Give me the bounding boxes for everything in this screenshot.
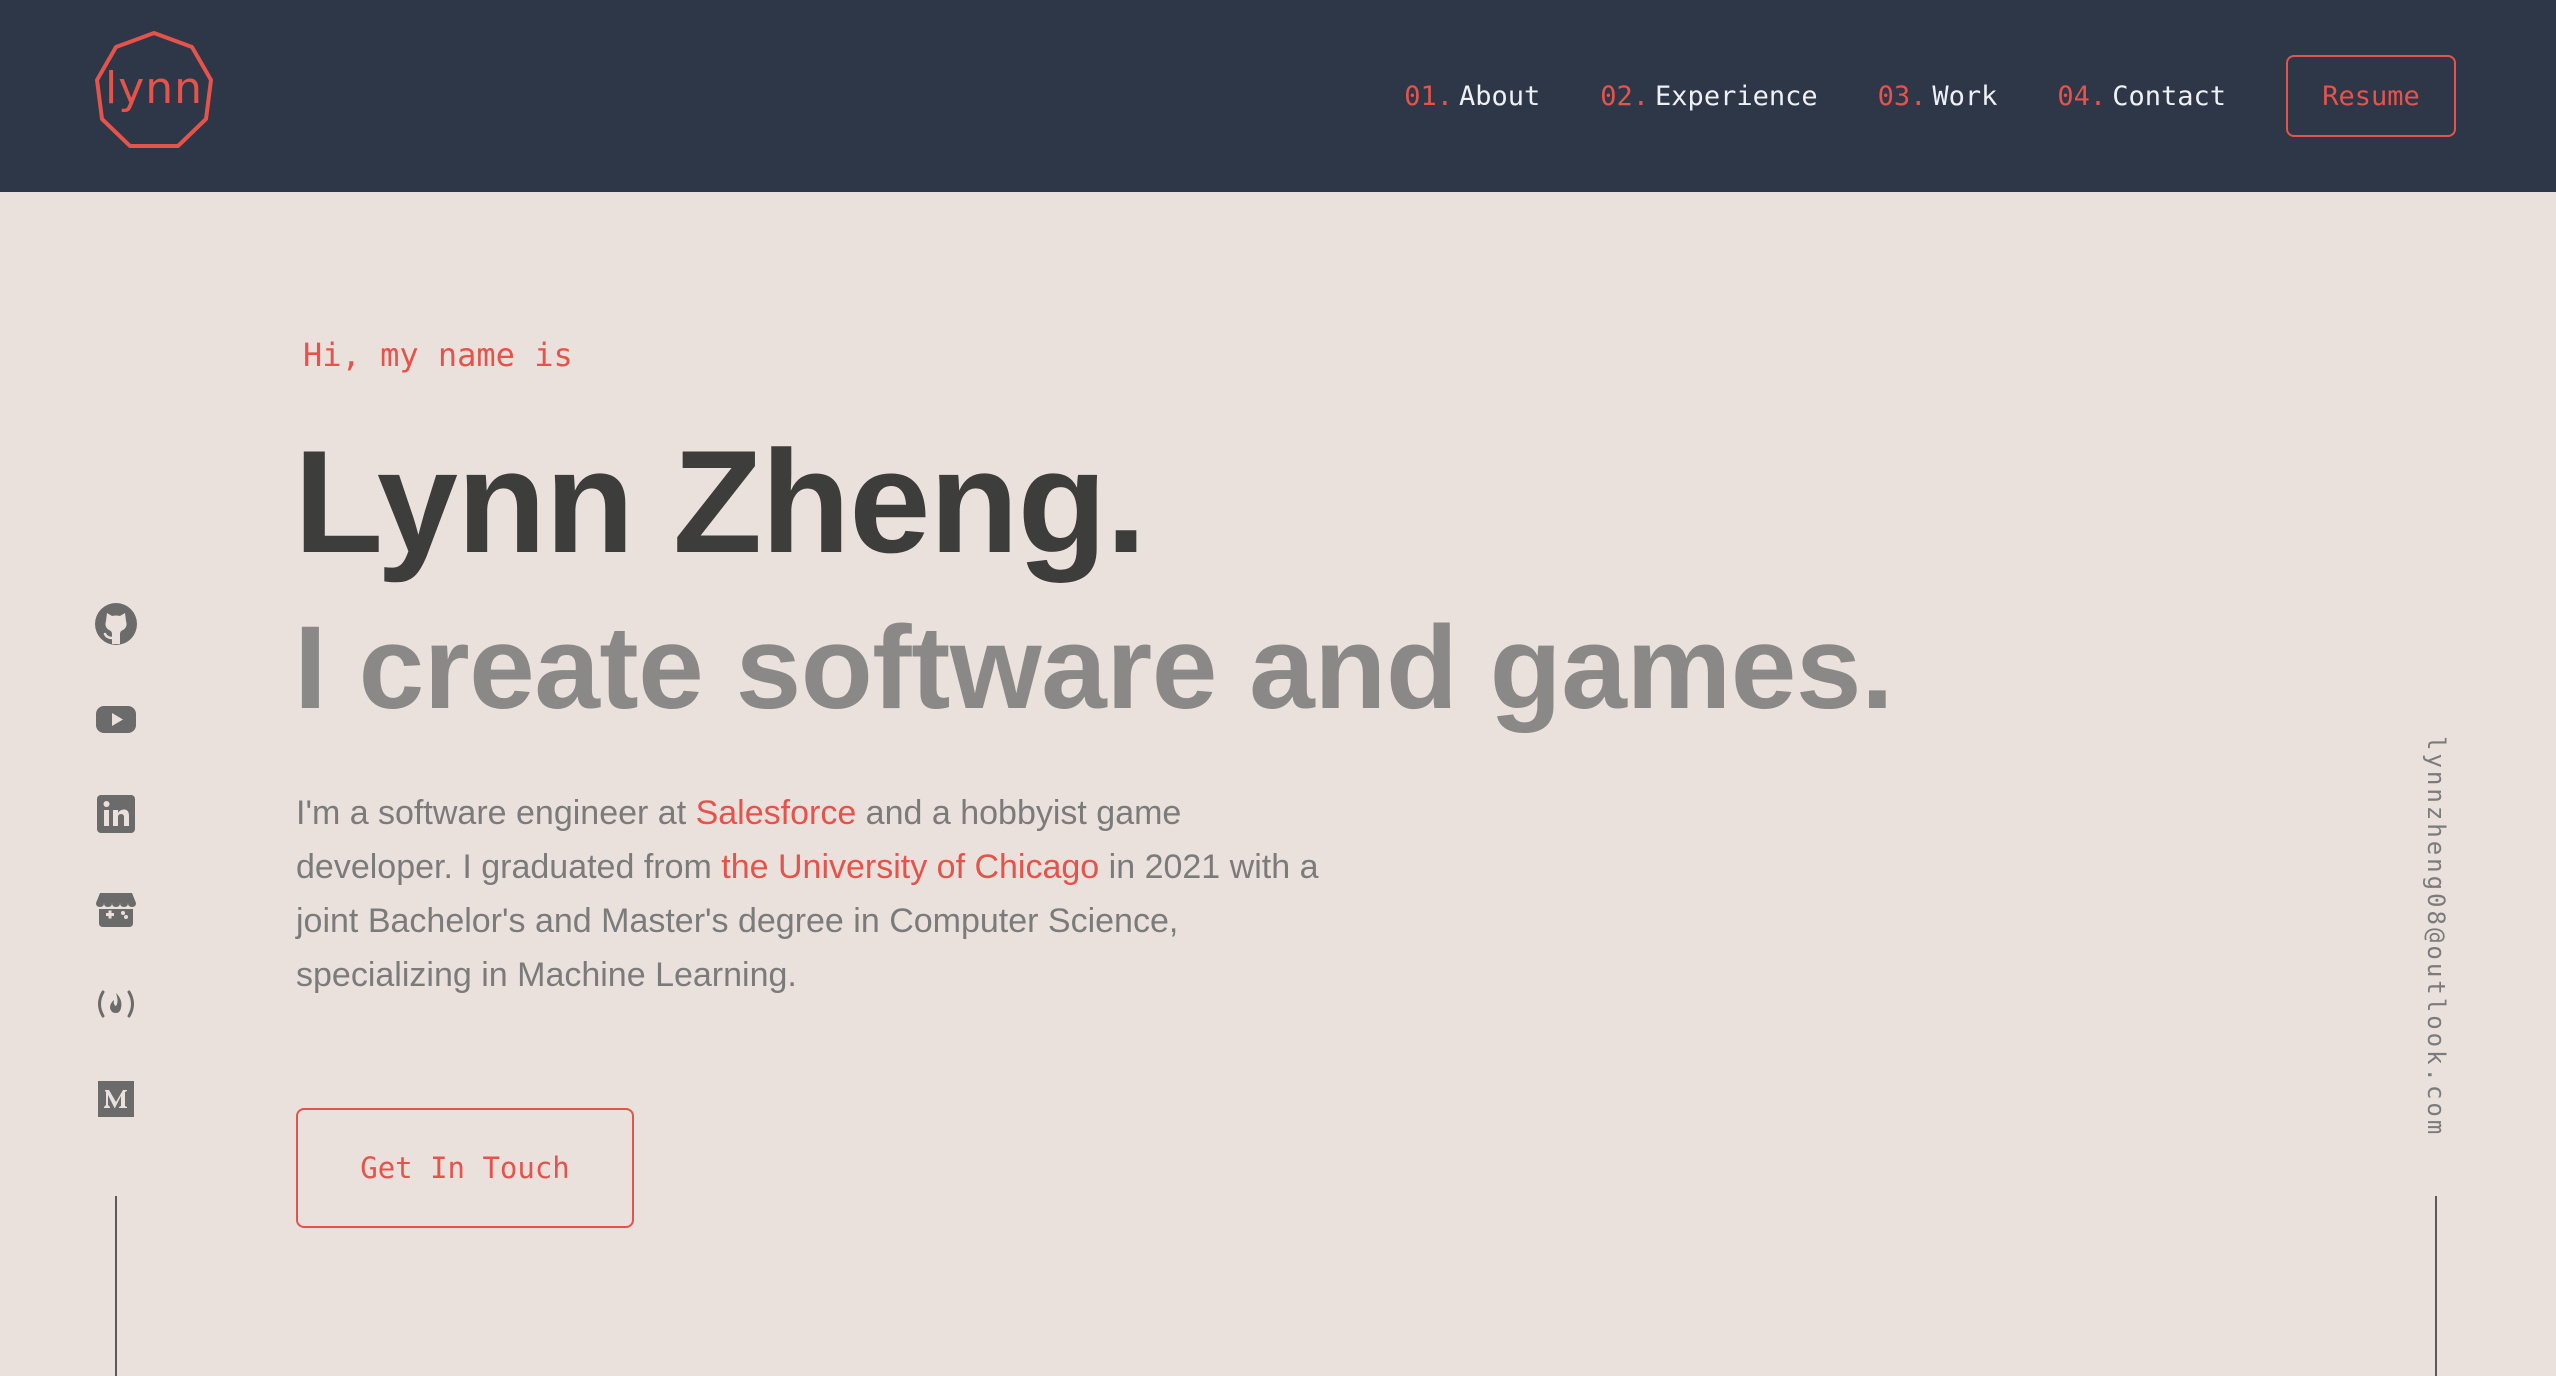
medium-link[interactable] xyxy=(92,1075,140,1123)
nav-link-contact[interactable]: 04. Contact xyxy=(2057,81,2226,112)
left-side-line xyxy=(115,1196,117,1376)
github-icon xyxy=(95,603,137,645)
hero-name: Lynn Zheng. xyxy=(294,420,1146,583)
salesforce-link[interactable]: Salesforce xyxy=(696,794,857,832)
email-link[interactable]: lynnzheng08@outlook.com xyxy=(2422,736,2450,1137)
nav-link-about[interactable]: 01. About xyxy=(1404,81,1540,112)
hero-tagline: I create software and games. xyxy=(294,602,1894,734)
nav-link-work[interactable]: 03. Work xyxy=(1878,81,1998,112)
logo-text: lynn xyxy=(104,63,204,114)
github-link[interactable] xyxy=(92,600,140,648)
hero-bio: I'm a software engineer at Salesforce an… xyxy=(296,794,1319,994)
site-header: lynn 01. About 02. Experience 03. Work 04. C… xyxy=(0,0,2556,192)
side-email: lynnzheng08@outlook.com xyxy=(2404,736,2468,1137)
itchio-icon xyxy=(96,893,136,927)
linkedin-link[interactable] xyxy=(92,790,140,838)
freecodecamp-link[interactable] xyxy=(92,980,140,1028)
uchicago-link[interactable]: the University of Chicago xyxy=(721,848,1099,886)
youtube-link[interactable] xyxy=(92,695,140,743)
social-links xyxy=(92,600,140,1170)
main-nav: 01. About 02. Experience 03. Work 04. Contac… xyxy=(1404,0,2556,192)
itchio-link[interactable] xyxy=(92,885,140,933)
youtube-icon xyxy=(96,706,136,733)
logo-link[interactable]: lynn xyxy=(92,30,216,154)
hero-greeting: Hi, my name is xyxy=(303,336,573,374)
resume-button[interactable]: Resume xyxy=(2286,55,2456,137)
right-side-line xyxy=(2435,1196,2437,1376)
nav-link-experience[interactable]: 02. Experience xyxy=(1600,81,1817,112)
freecodecamp-icon xyxy=(98,990,134,1018)
get-in-touch-button[interactable]: Get In Touch xyxy=(296,1108,634,1228)
medium-icon xyxy=(98,1081,134,1117)
linkedin-icon xyxy=(97,795,135,833)
